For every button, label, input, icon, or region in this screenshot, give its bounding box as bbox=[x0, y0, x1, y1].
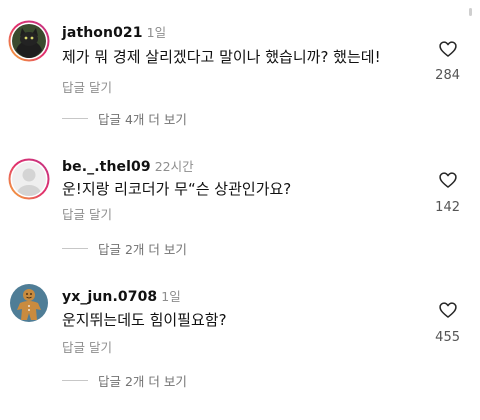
reply-button[interactable]: 답글 달기 bbox=[62, 77, 112, 96]
heart-icon[interactable] bbox=[438, 39, 458, 59]
view-replies-label: 답글 4개 더 보기 bbox=[98, 112, 187, 127]
timestamp: 1일 bbox=[161, 289, 181, 304]
comment-text: 운지뛰는데도 힘이필요함? bbox=[62, 311, 227, 329]
scrollbar[interactable] bbox=[469, 8, 472, 16]
comment-text: 운!지랑 리코더가 무“슨 상관인가요? bbox=[62, 180, 292, 198]
view-replies-button[interactable]: 답글 4개 더 보기 bbox=[62, 109, 187, 128]
user-avatar[interactable] bbox=[8, 20, 50, 62]
divider-line bbox=[62, 380, 88, 381]
reply-button[interactable]: 답글 달기 bbox=[62, 337, 112, 356]
view-replies-label: 답글 2개 더 보기 bbox=[98, 242, 187, 257]
heart-icon[interactable] bbox=[438, 300, 458, 320]
reply-button[interactable]: 답글 달기 bbox=[62, 204, 112, 223]
heart-icon[interactable] bbox=[438, 170, 458, 190]
username[interactable]: jathon021 bbox=[62, 25, 143, 41]
username[interactable]: yx_jun.0708 bbox=[62, 289, 157, 305]
user-avatar[interactable] bbox=[8, 158, 50, 200]
view-replies-button[interactable]: 답글 2개 더 보기 bbox=[62, 371, 187, 390]
default-avatar-icon bbox=[8, 158, 50, 200]
view-replies-label: 답글 2개 더 보기 bbox=[98, 374, 187, 389]
comment-text: 제가 뭐 경제 살리겠다고 말이나 했습니까? 했는데! bbox=[62, 48, 381, 66]
timestamp: 22시간 bbox=[154, 159, 194, 174]
username[interactable]: be._.thel09 bbox=[62, 159, 151, 175]
timestamp: 1일 bbox=[146, 25, 167, 40]
comment-meta: yx_jun.0708 1일 bbox=[62, 286, 181, 305]
like-count: 455 bbox=[435, 330, 460, 345]
comment-meta: be._.thel09 22시간 bbox=[62, 156, 194, 175]
like-count: 284 bbox=[435, 68, 460, 83]
divider-line bbox=[62, 248, 88, 249]
cat-avatar-icon bbox=[8, 20, 50, 62]
gingerbread-avatar-icon bbox=[10, 284, 48, 322]
view-replies-button[interactable]: 답글 2개 더 보기 bbox=[62, 239, 187, 258]
comment-meta: jathon021 1일 bbox=[62, 22, 166, 41]
divider-line bbox=[62, 118, 88, 119]
user-avatar[interactable] bbox=[8, 282, 50, 324]
like-count: 142 bbox=[435, 200, 460, 215]
